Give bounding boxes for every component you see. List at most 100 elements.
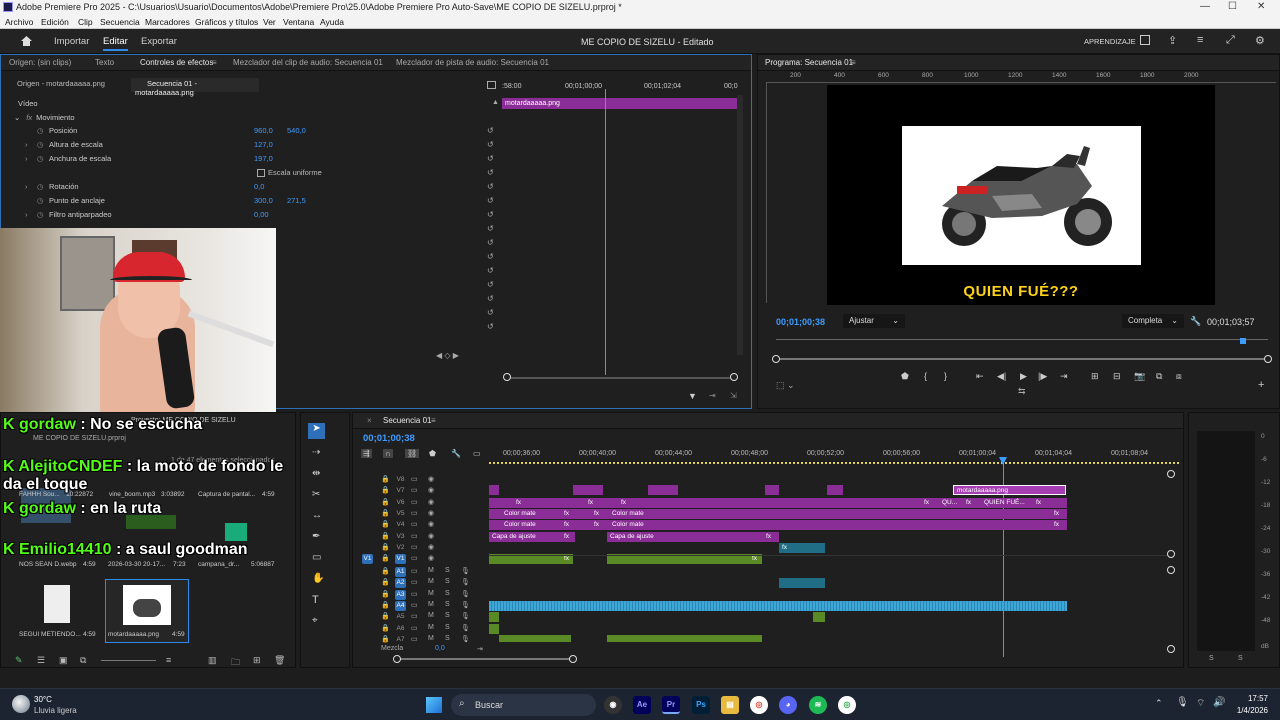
compare-icon[interactable]: ⧉ [1156,371,1162,382]
wrench-icon[interactable]: 🔧 [1190,316,1201,327]
solo-button[interactable]: S [445,578,450,585]
type-tool-icon[interactable]: T [312,594,319,606]
menu-marcadores[interactable]: Marcadores [145,17,190,27]
eye-icon[interactable]: ◉ [428,520,434,528]
proxy-icon[interactable]: ⇆ [1018,386,1026,397]
home-icon[interactable] [20,35,33,47]
camera-icon[interactable]: 📷 [1134,371,1145,382]
stopwatch-icon[interactable]: ◷ [37,182,44,191]
fx-badge[interactable]: fx [963,497,975,508]
solo-button[interactable]: S [445,635,450,642]
weather-icon[interactable] [12,695,30,713]
learn-button[interactable]: APRENDIZAJE [1084,37,1136,46]
source-patch-v1[interactable]: V1 [362,554,373,565]
effect-property-row[interactable]: › ◷ Rotación 0,0 ↺ [1,182,501,194]
eye-icon[interactable]: ◉ [428,486,434,494]
captions-icon[interactable]: ▭ [473,449,481,458]
clip-motardaaaaa[interactable]: motardaaaaa.png [953,485,1066,496]
timeline-clip[interactable] [765,485,779,496]
reset-icon[interactable]: ↺ [487,266,494,275]
sync-lock-icon[interactable]: ▭ [411,486,418,494]
mute-button[interactable]: M [428,624,434,631]
panel-icon[interactable] [1140,35,1150,45]
stopwatch-icon[interactable]: ◷ [37,210,44,219]
slip-icon[interactable]: ↔ [312,510,322,521]
tab-programa[interactable]: Programa: Secuencia 01 [765,58,853,67]
tab-mezclador-pista[interactable]: Mezclador de pista de audio: Secuencia 0… [396,58,549,67]
track-label-v4[interactable]: V4 [395,520,406,530]
solo-button[interactable]: S [445,601,450,608]
mark-out-icon[interactable]: } [944,371,947,381]
effect-property-row[interactable]: ◷ Punto de anclaje 300,0 271,5 ↺ [1,196,501,208]
menu-secuencia[interactable]: Secuencia [100,17,140,27]
clock-time[interactable]: 17:57 [1233,694,1268,703]
windows-start-icon[interactable] [426,697,442,713]
track-select-icon[interactable]: ⇢ [312,447,320,458]
mic-record-icon[interactable]: 🎙 [461,578,470,586]
mic-record-icon[interactable]: 🎙 [461,635,470,643]
pencil-icon[interactable]: ✎ [15,655,23,666]
menu-edicion[interactable]: Edición [41,17,69,27]
clip-capa-ajuste[interactable]: Capa de ajuste [607,531,779,542]
mini-clip[interactable]: motardaaaaa.png [502,98,738,109]
track-label-v1[interactable]: V1 [395,554,406,565]
reset-icon[interactable]: ↺ [487,154,494,163]
freeform-view-icon[interactable]: ⧉ [80,655,86,666]
sync-lock-icon[interactable]: ▭ [411,543,418,551]
mic-record-icon[interactable]: 🎙 [461,601,470,609]
sync-lock-icon[interactable]: ▭ [411,578,418,586]
effect-property-row[interactable]: ◷ Posición 960,0 540,0 ↺ [1,126,501,138]
clock-date[interactable]: 1/4/2026 [1228,706,1268,715]
go-to-in-icon[interactable]: ⇤ [976,371,984,382]
tab-menu-icon[interactable]: ≡ [851,58,856,67]
stopwatch-icon[interactable]: ◷ [37,154,44,163]
lock-icon[interactable]: 🔒 [381,624,390,632]
property-value-1[interactable]: 0,00 [254,210,269,219]
timeline-zoom-bar[interactable] [395,658,575,660]
sync-lock-icon[interactable]: ▭ [411,612,418,620]
filter-icon[interactable]: ▼ [688,391,697,401]
selection-tool-icon[interactable]: ➤ [308,423,325,439]
tab-menu-icon[interactable]: ≡ [431,416,436,425]
lock-icon[interactable]: 🔒 [381,532,390,540]
eye-icon[interactable]: ◉ [428,509,434,517]
step-forward-icon[interactable]: |▶ [1038,371,1047,382]
solo-button[interactable]: S [445,567,450,574]
zoom-handle-left[interactable] [393,655,401,663]
sync-lock-icon[interactable]: ▭ [411,475,418,483]
zoom-handle-left[interactable] [503,373,511,381]
sync-lock-icon[interactable]: ▭ [411,567,418,575]
fx-badge[interactable]: fx [585,497,597,508]
marker-icon[interactable]: ⬟ [901,371,909,382]
chevron-right-icon[interactable]: › [25,182,28,191]
effect-property-row[interactable]: Escala uniforme ↺ [1,168,501,180]
vscroll-audio-top[interactable] [1167,566,1175,574]
expand-icon[interactable]: ⤢ [1226,34,1235,47]
maximize-button[interactable]: ☐ [1228,1,1237,12]
close-button[interactable]: ✕ [1257,1,1265,12]
solo-button[interactable]: S [445,624,450,631]
mic-record-icon[interactable]: 🎙 [461,612,470,620]
track-label-a4[interactable]: A4 [395,600,406,611]
scroll-handle-right[interactable] [1264,355,1272,363]
property-value-1[interactable]: 197,0 [254,154,273,163]
timeline-clip[interactable] [648,485,678,496]
mini-ruler[interactable]: :58:00 00;01;00;00 00;01;02;04 00;0 [502,83,739,95]
edit-text-icon[interactable]: ⌖ [312,615,318,626]
clip-color-mate[interactable]: Color mate [501,520,556,531]
rectangle-icon[interactable]: ▭ [312,552,321,563]
automate-icon[interactable]: ▥ [208,655,217,666]
list-view-icon[interactable]: ☰ [37,655,45,666]
collapse-icon[interactable]: ▲ [492,99,499,106]
audio-clip[interactable] [779,578,825,589]
track-label-a5[interactable]: A5 [395,612,406,622]
lock-icon[interactable]: 🔒 [381,486,390,494]
zoom-handle-right[interactable] [730,373,738,381]
fx-badge[interactable]: fx [618,497,630,508]
mic-record-icon[interactable]: 🎙 [461,590,470,598]
fx-badge[interactable]: fx [779,542,825,553]
settings-wrench-icon[interactable]: 🔧 [451,449,461,458]
program-scrubber[interactable] [776,339,1268,347]
fit-dropdown[interactable]: Ajustar ⌄ [843,314,905,328]
fx-badge[interactable]: fx [513,497,525,508]
